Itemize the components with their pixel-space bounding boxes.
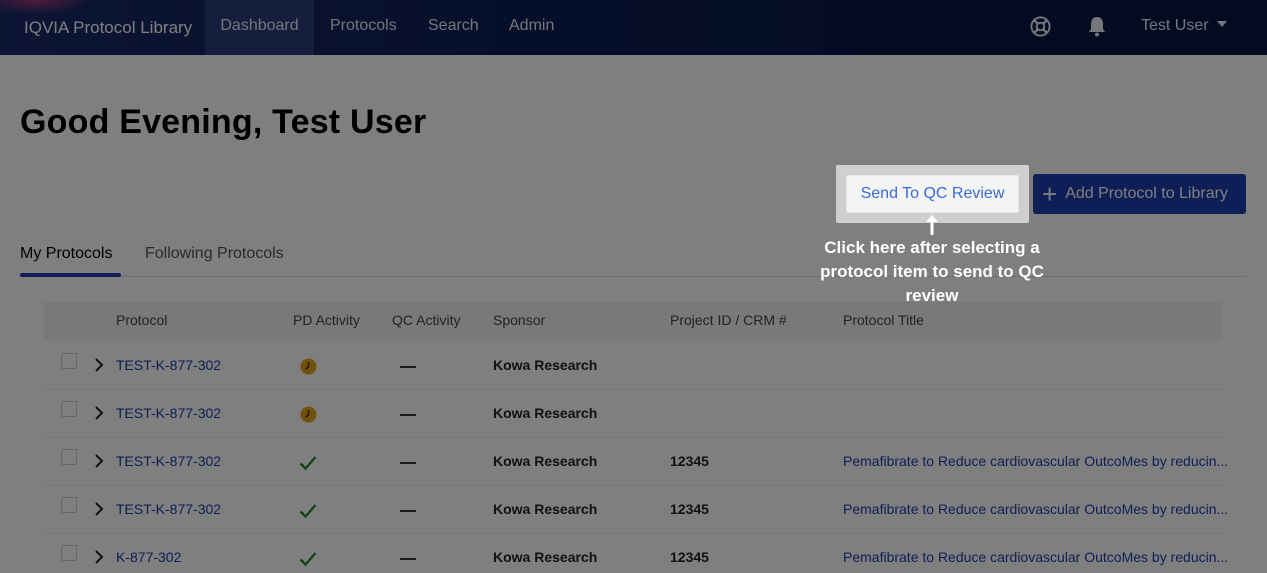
arrow-up-icon	[926, 215, 938, 235]
tour-tooltip: Click here after selecting a protocol it…	[820, 238, 1044, 305]
tour-overlay[interactable]	[0, 0, 1267, 573]
send-to-qc-review-button[interactable]: Send To QC Review	[846, 175, 1019, 213]
